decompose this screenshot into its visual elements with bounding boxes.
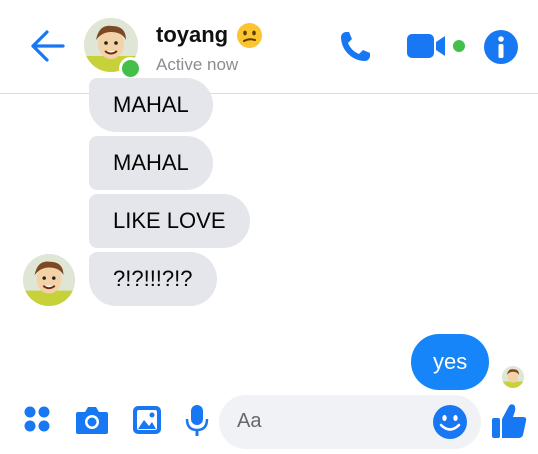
gallery-icon[interactable] xyxy=(131,404,163,436)
microphone-icon[interactable] xyxy=(185,403,209,437)
video-camera-icon[interactable] xyxy=(405,30,467,62)
received-message-bubble[interactable]: LIKE LOVE xyxy=(89,194,250,248)
received-message-bubble[interactable]: MAHAL xyxy=(89,78,213,132)
confused-face-emoji-icon xyxy=(237,23,262,48)
sender-avatar[interactable] xyxy=(23,254,75,306)
back-arrow-icon[interactable] xyxy=(27,28,67,64)
chat-header: toyang Active now xyxy=(0,0,538,94)
info-icon[interactable] xyxy=(482,28,520,66)
apps-grid-icon[interactable] xyxy=(22,404,52,434)
phone-icon[interactable] xyxy=(336,28,374,66)
received-message-bubble[interactable]: MAHAL xyxy=(89,136,213,190)
received-message-bubble[interactable]: ?!?!!!?!? xyxy=(89,252,217,306)
online-indicator xyxy=(119,57,142,80)
seen-receipt-avatar xyxy=(502,366,524,388)
thumbs-up-icon[interactable] xyxy=(490,402,528,440)
sent-message-bubble[interactable]: yes xyxy=(411,334,490,390)
message-input-placeholder: Aa xyxy=(237,410,262,432)
emoji-icon[interactable] xyxy=(432,404,468,440)
camera-icon[interactable] xyxy=(74,404,110,436)
active-status: Active now xyxy=(156,55,239,74)
contact-name[interactable]: toyang xyxy=(156,22,228,48)
